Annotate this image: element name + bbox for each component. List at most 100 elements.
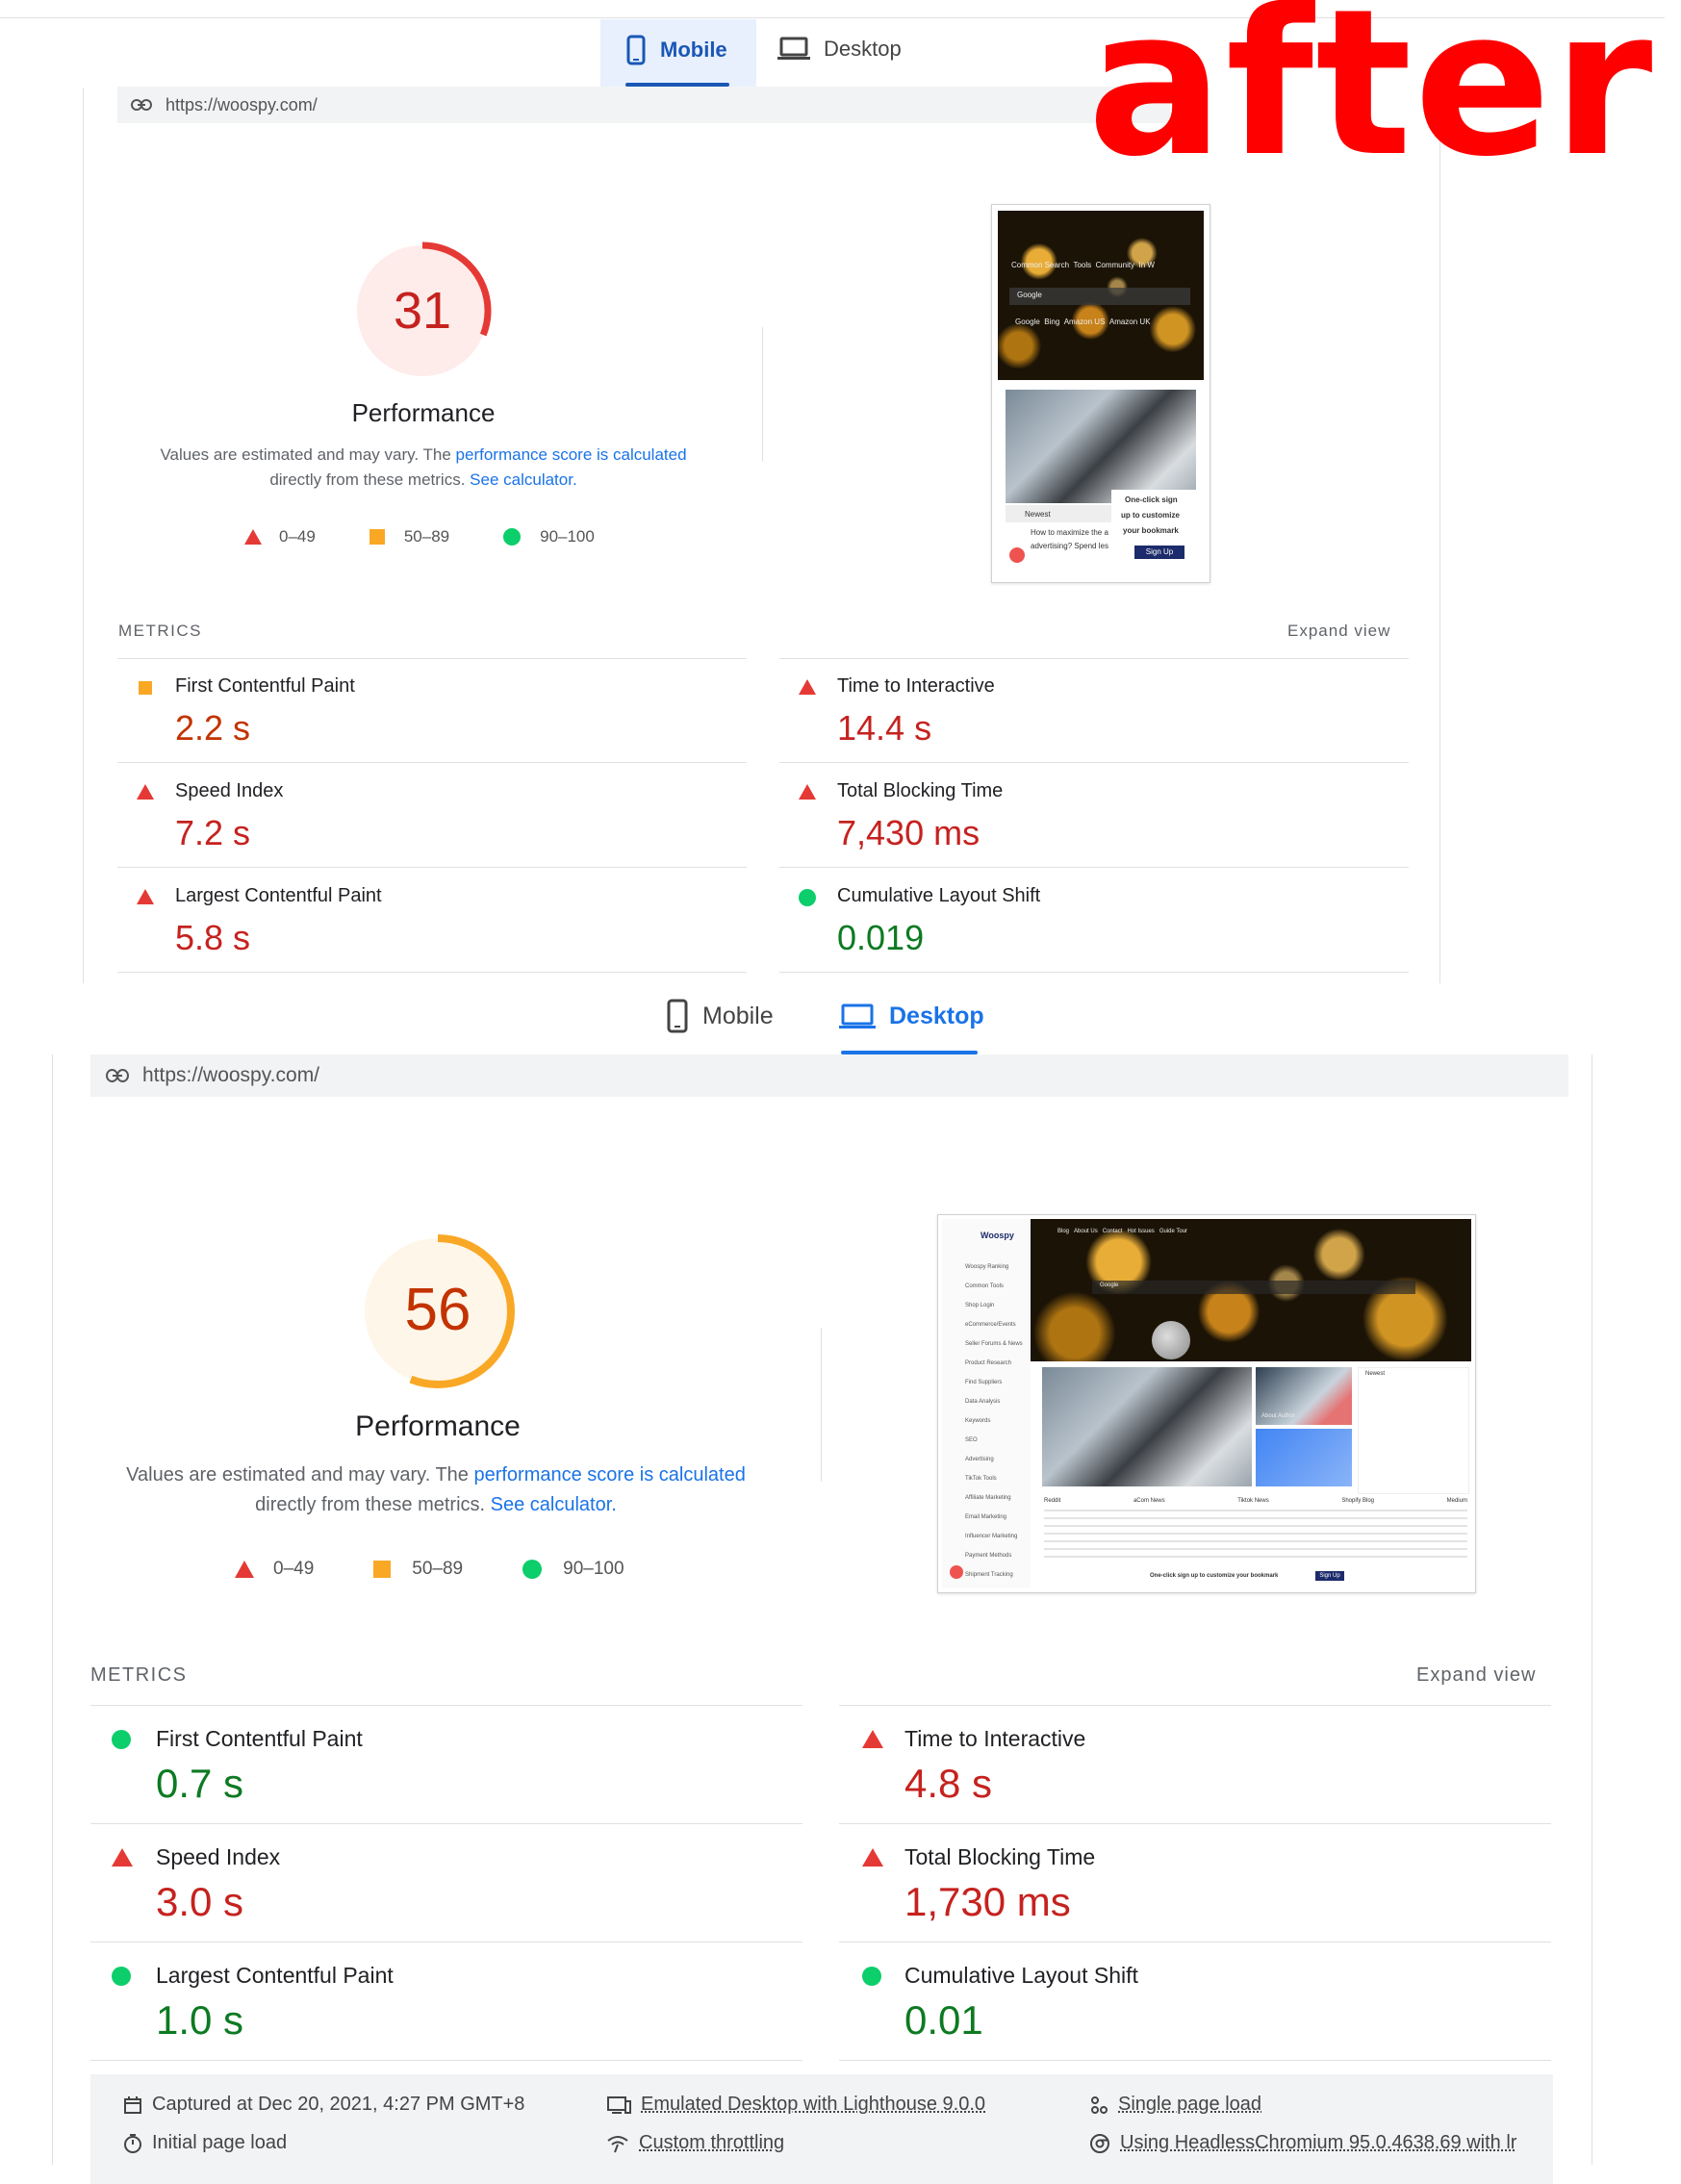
thumb-engines: Google Bing Amazon US Amazon UK: [1015, 317, 1151, 326]
gauge-divider: [821, 1328, 822, 1482]
tab-mobile[interactable]: Mobile: [625, 35, 727, 65]
pass-circle-icon: [112, 1967, 131, 1991]
thumb-fab: [1009, 547, 1025, 563]
desktop-icon: [607, 2095, 631, 2114]
tab-desktop-label: Desktop: [889, 1003, 984, 1029]
headless-chromium[interactable]: Using HeadlessChromium 95.0.4638.69 with…: [1089, 2132, 1516, 2154]
desc-mid: directly from these metrics.: [255, 1494, 491, 1515]
fail-triangle-icon: [244, 529, 262, 545]
legend-pass: 90–100: [522, 1559, 624, 1580]
article-image: [1006, 390, 1196, 503]
pass-circle-icon: [522, 1560, 543, 1579]
desktop-page-screenshot: Woospy Woospy Ranking Common Tools Shop Lo…: [937, 1214, 1476, 1593]
fail-triangle-icon: [137, 784, 154, 804]
score-calc-link[interactable]: performance score is calculated: [456, 445, 687, 464]
desc-mid: directly from these metrics.: [269, 470, 471, 490]
pass-circle-icon: [112, 1730, 131, 1754]
thumb-moon: [1152, 1321, 1190, 1359]
see-calculator-link[interactable]: See calculator.: [470, 470, 577, 489]
tab-mobile-label: Mobile: [660, 38, 727, 62]
gauge-divider: [762, 327, 763, 462]
custom-throttling[interactable]: Custom throttling: [606, 2132, 784, 2154]
phone-icon: [667, 999, 688, 1033]
tab-mobile[interactable]: Mobile: [666, 999, 774, 1033]
link-icon: [106, 1069, 129, 1082]
fail-triangle-icon: [862, 1848, 883, 1871]
see-calculator-link[interactable]: See calculator.: [491, 1494, 617, 1515]
score-legend: 0–49 50–89 90–100: [235, 1559, 624, 1580]
fail-triangle-icon: [862, 1730, 883, 1753]
pass-circle-icon: [799, 889, 816, 911]
legend-average: 50–89: [369, 527, 449, 546]
card-border-left: [52, 1054, 53, 2165]
metrics-rule: [117, 867, 747, 868]
average-square-icon: [373, 1561, 392, 1578]
url-text: https://woospy.com/: [166, 94, 318, 114]
timer-icon: [124, 2133, 141, 2153]
tab-mobile-label: Mobile: [702, 1002, 774, 1029]
initial-page-load: Initial page load: [123, 2132, 287, 2154]
expand-view-toggle[interactable]: Expand view: [1416, 1664, 1536, 1687]
thumb-item-1: How to maximize the a: [1031, 528, 1108, 537]
fail-triangle-icon: [112, 1848, 133, 1871]
performance-gauge: 31: [350, 239, 495, 383]
google-image: [1256, 1429, 1352, 1486]
thumb-bottom-text: One-click sign up to customize your book…: [1150, 1573, 1279, 1579]
legend-pass: 90–100: [503, 527, 595, 546]
thumb-about-author: About Author: [1261, 1413, 1295, 1419]
metrics-rule: [90, 1705, 802, 1706]
performance-score: 56: [404, 1277, 471, 1343]
thumb-card-lines: [1044, 1510, 1467, 1563]
score-legend: 0–49 50–89 90–100: [244, 527, 595, 546]
legend-fail: 0–49: [235, 1559, 314, 1580]
legend-fail: 0–49: [244, 527, 316, 546]
thumb-search-bar: [1092, 1281, 1415, 1294]
fail-triangle-icon: [137, 889, 154, 909]
thumb-fab: [950, 1565, 963, 1579]
thumb-search-placeholder: Google: [1100, 1282, 1119, 1288]
score-calc-link[interactable]: performance score is calculated: [473, 1464, 745, 1486]
wifi-icon: [607, 2135, 628, 2152]
pass-circle-icon: [503, 528, 522, 546]
metrics-rule: [839, 1705, 1551, 1706]
card-border-left: [83, 89, 84, 983]
tab-desktop[interactable]: Desktop: [839, 1003, 984, 1030]
performance-title: Performance: [351, 398, 496, 427]
metrics-title: METRICS: [90, 1664, 188, 1686]
thumb-top-nav: Blog About Us Contact Hot Issues Guide T…: [1057, 1229, 1188, 1234]
tab-desktop[interactable]: Desktop: [777, 37, 902, 62]
thumb-nav: Common Search Tools Community In W: [1011, 261, 1155, 269]
thumb-newest: Newest: [1365, 1371, 1386, 1377]
thumb-signup-button: Sign Up: [1315, 1571, 1344, 1581]
mobile-page-screenshot: Common Search Tools Community In W Googl…: [991, 204, 1210, 583]
thumb-item-2: advertising? Spend les: [1031, 542, 1108, 550]
metrics-rule: [779, 867, 1409, 868]
metrics-rule: [779, 762, 1409, 763]
legend-average: 50–89: [373, 1559, 463, 1580]
metrics-rule: [779, 658, 1409, 659]
metrics-rule: [90, 1823, 802, 1824]
thumb-newest-bar: [1006, 505, 1111, 522]
expand-view-toggle[interactable]: Expand view: [1287, 622, 1390, 641]
average-square-icon: [139, 681, 152, 699]
metrics-rule: [839, 1942, 1551, 1943]
card-border-right: [1439, 89, 1440, 983]
laptop-icon: [839, 1003, 876, 1029]
thumb-newest-panel: [1358, 1367, 1469, 1494]
fail-triangle-icon: [799, 679, 816, 699]
single-page-load[interactable]: Single page load: [1089, 2094, 1261, 2116]
laptop-icon: [777, 37, 810, 60]
desc-prefix: Values are estimated and may vary. The: [160, 445, 456, 464]
metrics-rule: [117, 972, 747, 973]
thumb-signup-1: One-click sign: [1125, 495, 1178, 504]
metrics-rule: [117, 762, 747, 763]
metrics-rule: [839, 1823, 1551, 1824]
calendar-icon: [124, 2095, 141, 2114]
url-bar: https://woospy.com/: [90, 1054, 1568, 1097]
performance-description: Values are estimated and may vary. The p…: [106, 1460, 766, 1520]
metrics-rule: [779, 972, 1409, 973]
phone-icon: [626, 35, 646, 65]
emulated-desktop[interactable]: Emulated Desktop with Lighthouse 9.0.0: [606, 2094, 985, 2116]
thumb-signup-2: up to customize: [1121, 511, 1180, 520]
after-overlay-text: after: [1087, 0, 1655, 201]
